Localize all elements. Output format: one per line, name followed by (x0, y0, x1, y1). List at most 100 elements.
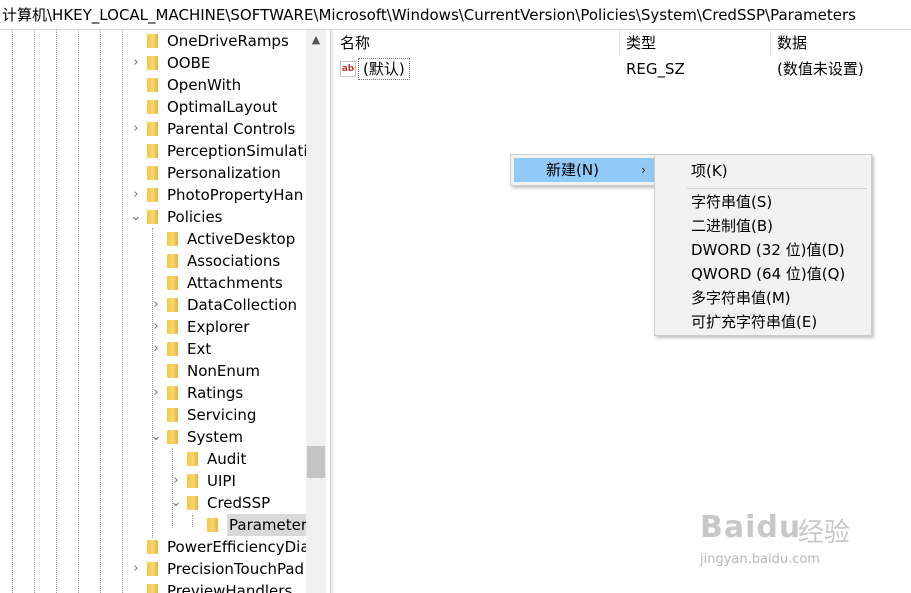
expand-right-icon[interactable]: › (150, 342, 162, 356)
folder-icon (187, 496, 198, 510)
column-header-type[interactable]: 类型 (620, 30, 771, 56)
scrollbar-thumb[interactable] (307, 446, 325, 478)
tree-item-label: PreviewHandlers (167, 582, 293, 593)
expand-right-icon[interactable]: › (150, 386, 162, 400)
tree-item-label: OneDriveRamps (167, 32, 289, 50)
submenu-item-string-value[interactable]: 字符串值(S) (658, 190, 868, 214)
tree-item[interactable]: OneDriveRamps (0, 30, 306, 52)
tree-item-label: System (187, 428, 243, 446)
submenu-item-dword-value[interactable]: DWORD (32 位)值(D) (658, 238, 868, 262)
tree-item-label: Parental Controls (167, 120, 296, 138)
tree-item-label: Ratings (187, 384, 244, 402)
expander-placeholder (130, 34, 142, 48)
tree-item[interactable]: Personalization (0, 162, 306, 184)
value-data: (数值未设置) (777, 60, 864, 78)
folder-icon (167, 298, 178, 312)
tree-item[interactable]: ⌄ System (0, 426, 306, 448)
submenu-item-key[interactable]: 项(K) (658, 159, 868, 183)
expander-placeholder (150, 254, 162, 268)
tree-item[interactable]: PreviewHandlers (0, 580, 306, 593)
folder-icon (147, 166, 158, 180)
tree-item-label: Associations (187, 252, 281, 270)
scroll-up-arrow-icon[interactable]: ▲ (306, 30, 326, 50)
tree-item[interactable]: PerceptionSimulati (0, 140, 308, 162)
menu-item-new[interactable]: 新建(N) › (514, 158, 654, 182)
reg-sz-icon: ab (340, 61, 356, 77)
folder-icon (147, 540, 158, 554)
tree-item[interactable]: › DataCollection (0, 294, 306, 316)
tree-item-label: OptimalLayout (167, 98, 278, 116)
folder-icon (147, 78, 158, 92)
tree-item[interactable]: Parameters (0, 514, 317, 536)
tree-item[interactable]: OpenWith (0, 74, 306, 96)
tree-item[interactable]: ⌄ Policies (0, 206, 306, 228)
expand-down-icon[interactable]: ⌄ (130, 210, 142, 224)
submenu-item-qword-value[interactable]: QWORD (64 位)值(Q) (658, 262, 868, 286)
tree-item[interactable]: › Parental Controls (0, 118, 306, 140)
tree-item[interactable]: NonEnum (0, 360, 306, 382)
tree-item-label: NonEnum (187, 362, 261, 380)
submenu-item-expandable-string-value[interactable]: 可扩充字符串值(E) (658, 310, 868, 334)
tree-scrollbar[interactable]: ▲ (306, 30, 326, 593)
value-name: (默认) (358, 58, 410, 80)
folder-icon (147, 100, 158, 114)
expand-right-icon[interactable]: › (130, 122, 142, 136)
context-menu: 新建(N) › (510, 154, 658, 186)
submenu-item-binary-value[interactable]: 二进制值(B) (658, 214, 868, 238)
tree-item-label: Explorer (187, 318, 250, 336)
expander-placeholder (150, 232, 162, 246)
submenu-item-multi-string-value[interactable]: 多字符串值(M) (658, 286, 868, 310)
tree-item[interactable]: › PhotoPropertyHan (0, 184, 306, 206)
tree-item[interactable]: Associations (0, 250, 306, 272)
tree-item[interactable]: Attachments (0, 272, 306, 294)
tree-item-label: CredSSP (207, 494, 271, 512)
expand-right-icon[interactable]: › (150, 298, 162, 312)
tree-item[interactable]: ⌄ CredSSP (0, 492, 306, 514)
address-path: 计算机\HKEY_LOCAL_MACHINE\SOFTWARE\Microsof… (2, 6, 856, 24)
tree-item[interactable]: PowerEfficiencyDia (0, 536, 310, 558)
expand-right-icon[interactable]: › (150, 320, 162, 334)
column-header-name[interactable]: 名称 (334, 30, 620, 56)
folder-icon (167, 342, 178, 356)
expand-down-icon[interactable]: ⌄ (150, 430, 162, 444)
expander-placeholder (190, 518, 202, 532)
tree-item[interactable]: › Explorer (0, 316, 306, 338)
folder-icon (207, 518, 218, 532)
tree-item[interactable]: Servicing (0, 404, 306, 426)
tree-item[interactable]: › PrecisionTouchPad (0, 558, 306, 580)
submenu-arrow-icon: › (641, 163, 646, 177)
tree-item[interactable]: › Ext (0, 338, 306, 360)
tree-item-label: Attachments (187, 274, 283, 292)
column-header-data[interactable]: 数据 (771, 30, 911, 56)
expand-down-icon[interactable]: ⌄ (170, 496, 182, 510)
expand-right-icon[interactable]: › (130, 56, 142, 70)
tree-item-label: OOBE (167, 54, 211, 72)
folder-icon (167, 276, 178, 290)
expand-right-icon[interactable]: › (130, 562, 142, 576)
registry-tree[interactable]: OneDriveRamps › OOBE OpenWith OptimalLayout ›… (0, 30, 330, 593)
expander-placeholder (150, 364, 162, 378)
expander-placeholder (170, 452, 182, 466)
expander-placeholder (130, 100, 142, 114)
folder-icon (187, 474, 198, 488)
tree-item[interactable]: › OOBE (0, 52, 306, 74)
new-submenu: 项(K) 字符串值(S) 二进制值(B) DWORD (32 位)值(D) QW… (654, 154, 872, 336)
value-row[interactable]: ab (默认) (334, 58, 620, 80)
tree-item[interactable]: › Ratings (0, 382, 306, 404)
folder-icon (167, 254, 178, 268)
address-bar[interactable]: 计算机\HKEY_LOCAL_MACHINE\SOFTWARE\Microsof… (0, 0, 911, 30)
folder-icon (167, 232, 178, 246)
tree-item-label: Servicing (187, 406, 257, 424)
tree-item[interactable]: › UIPI (0, 470, 306, 492)
watermark-brand: Baidu (700, 510, 802, 545)
tree-item-label: ActiveDesktop (187, 230, 296, 248)
tree-item[interactable]: ActiveDesktop (0, 228, 306, 250)
folder-icon (147, 56, 158, 70)
expand-right-icon[interactable]: › (130, 188, 142, 202)
tree-item-label: PowerEfficiencyDia (167, 538, 310, 556)
folder-icon (147, 144, 158, 158)
expand-right-icon[interactable]: › (170, 474, 182, 488)
tree-item[interactable]: Audit (0, 448, 306, 470)
expander-placeholder (150, 276, 162, 290)
tree-item[interactable]: OptimalLayout (0, 96, 306, 118)
